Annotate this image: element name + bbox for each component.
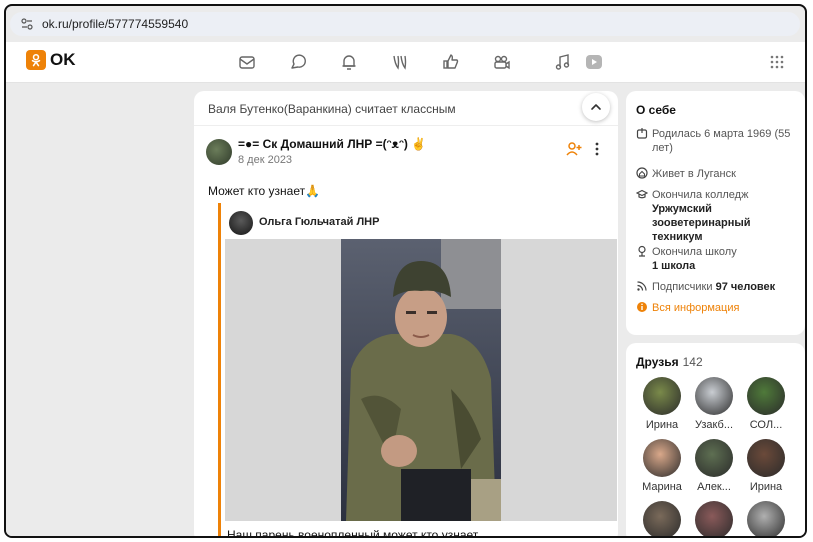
apps-grid-icon[interactable] [769, 54, 785, 70]
friend-name[interactable]: Узакб... [690, 419, 738, 431]
home-icon [636, 167, 648, 179]
video-chat-icon[interactable] [492, 52, 512, 72]
feed-card: Валя Бутенко(Варанкина) считает классным… [194, 91, 618, 538]
left-column [6, 83, 192, 536]
friend-avatar[interactable] [747, 377, 785, 415]
friend-item[interactable] [742, 501, 790, 536]
author-name[interactable]: =●= Ск Домашний ЛНР =(ᵔᴥᵔ) ✌ [238, 137, 426, 151]
subscribers-row[interactable]: Подписчики 97 человек [636, 280, 796, 294]
more-options-icon[interactable] [594, 141, 600, 157]
author-avatar[interactable] [206, 139, 232, 165]
reshare-author-avatar[interactable] [229, 211, 253, 235]
ok-logo[interactable]: OK [26, 50, 76, 70]
post-text: Может кто узнает🙏 [208, 184, 321, 198]
friend-name[interactable]: Ирина [638, 419, 686, 431]
friend-name[interactable]: СОЛ... [742, 419, 790, 431]
post-photo[interactable] [225, 239, 617, 521]
ok-logo-icon [26, 50, 46, 70]
friend-item[interactable] [638, 501, 686, 536]
friend-item[interactable]: Алек... [690, 439, 738, 493]
friends-card: Друзья 142 Ирина Узакб... СОЛ... Марина Алек.… [626, 343, 805, 536]
reshared-post: Ольга Гюльчатай ЛНР Наш парень военоплен… [218, 203, 617, 538]
friend-name[interactable]: Алек... [690, 481, 738, 493]
friends-title[interactable]: Друзья 142 [636, 355, 703, 369]
friend-item[interactable]: СОЛ... [742, 377, 790, 431]
add-friend-icon[interactable] [566, 141, 582, 157]
liked-by-text[interactable]: Валя Бутенко(Варанкина) считает классным [208, 102, 456, 116]
friend-avatar[interactable] [643, 439, 681, 477]
video-icon[interactable] [584, 52, 604, 72]
guests-icon[interactable] [390, 52, 410, 72]
friend-avatar[interactable] [643, 377, 681, 415]
discussions-icon[interactable] [288, 52, 308, 72]
friend-item[interactable]: Узакб... [690, 377, 738, 431]
info-icon [636, 301, 648, 313]
photo-caption: Наш парень военопленный,может кто узнает… [227, 528, 487, 538]
graduation-cap-icon [635, 188, 649, 200]
music-icon[interactable] [553, 52, 573, 72]
feed-header: Валя Бутенко(Варанкина) считает классным [194, 91, 618, 126]
reshare-author-name[interactable]: Ольга Гюльчатай ЛНР [259, 216, 379, 228]
site-settings-icon[interactable] [20, 17, 34, 31]
all-info-link[interactable]: Вся информация [636, 301, 796, 315]
friend-avatar[interactable] [643, 501, 681, 536]
friend-name[interactable]: Марина [638, 481, 686, 493]
address-url: ok.ru/profile/577774559540 [42, 17, 189, 31]
top-navigation: OK [6, 42, 805, 83]
friend-avatar[interactable] [747, 439, 785, 477]
chevron-up-icon [591, 104, 601, 110]
friend-avatar[interactable] [747, 501, 785, 536]
friend-avatar[interactable] [695, 439, 733, 477]
friend-item[interactable]: Марина [638, 439, 686, 493]
mail-icon[interactable] [237, 52, 257, 72]
lives-row: Живет в Луганск [636, 167, 796, 181]
collapse-button[interactable] [582, 93, 610, 121]
friend-item[interactable]: Ирина [638, 377, 686, 431]
rss-icon [636, 280, 648, 292]
friend-item[interactable] [690, 501, 738, 536]
about-card: О себе Родилась 6 марта 1969 (55 лет) Жи… [626, 91, 805, 335]
post-date[interactable]: 8 дек 2023 [238, 154, 292, 166]
birth-row: Родилась 6 марта 1969 (55 лет) [636, 127, 796, 155]
likes-icon[interactable] [441, 52, 461, 72]
browser-window: ok.ru/profile/577774559540 OK Валя Бутен… [4, 4, 807, 538]
college-row: Окончила колледж Уржумский зооветеринарны… [635, 188, 796, 244]
friend-avatar[interactable] [695, 501, 733, 536]
birthday-icon [636, 127, 648, 139]
friend-item[interactable]: Ирина [742, 439, 790, 493]
address-bar[interactable]: ok.ru/profile/577774559540 [10, 12, 800, 36]
notifications-icon[interactable] [339, 52, 359, 72]
about-title: О себе [636, 103, 676, 117]
school-row: Окончила школу 1 школа [636, 245, 796, 273]
school-icon [636, 245, 648, 257]
friend-name[interactable]: Ирина [742, 481, 790, 493]
post-author-row: =●= Ск Домашний ЛНР =(ᵔᴥᵔ) ✌ 8 дек 2023 [206, 135, 606, 171]
soldier-photo [341, 239, 501, 521]
friend-avatar[interactable] [695, 377, 733, 415]
logo-text: OK [50, 50, 76, 69]
